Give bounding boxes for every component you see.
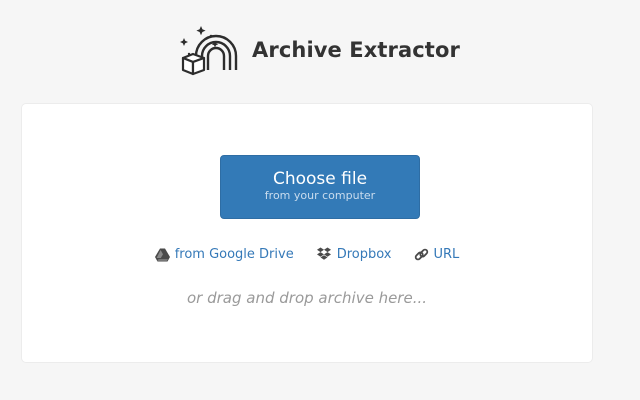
dropbox-label: Dropbox (336, 247, 392, 262)
choose-file-label: Choose file (272, 169, 368, 189)
google-drive-link[interactable]: from Google Drive (154, 247, 294, 262)
app-title: Archive Extractor (252, 38, 460, 62)
dropbox-icon (316, 247, 332, 262)
google-drive-label: from Google Drive (174, 247, 294, 262)
upload-card[interactable]: Choose file from your computer from Goog… (22, 104, 592, 362)
url-label: URL (433, 247, 460, 262)
url-link[interactable]: URL (414, 247, 460, 262)
logo: Archive Extractor (180, 24, 460, 76)
google-drive-icon (154, 248, 170, 262)
dropbox-link[interactable]: Dropbox (316, 247, 392, 262)
drop-hint: or drag and drop archive here... (186, 289, 427, 307)
choose-file-sublabel: from your computer (264, 189, 376, 202)
header: Archive Extractor (0, 18, 640, 82)
source-links: from Google Drive Dropbox URL (22, 247, 592, 262)
link-icon (414, 247, 429, 262)
choose-file-button[interactable]: Choose file from your computer (220, 155, 420, 219)
rainbow-box-logo-icon (180, 24, 244, 76)
